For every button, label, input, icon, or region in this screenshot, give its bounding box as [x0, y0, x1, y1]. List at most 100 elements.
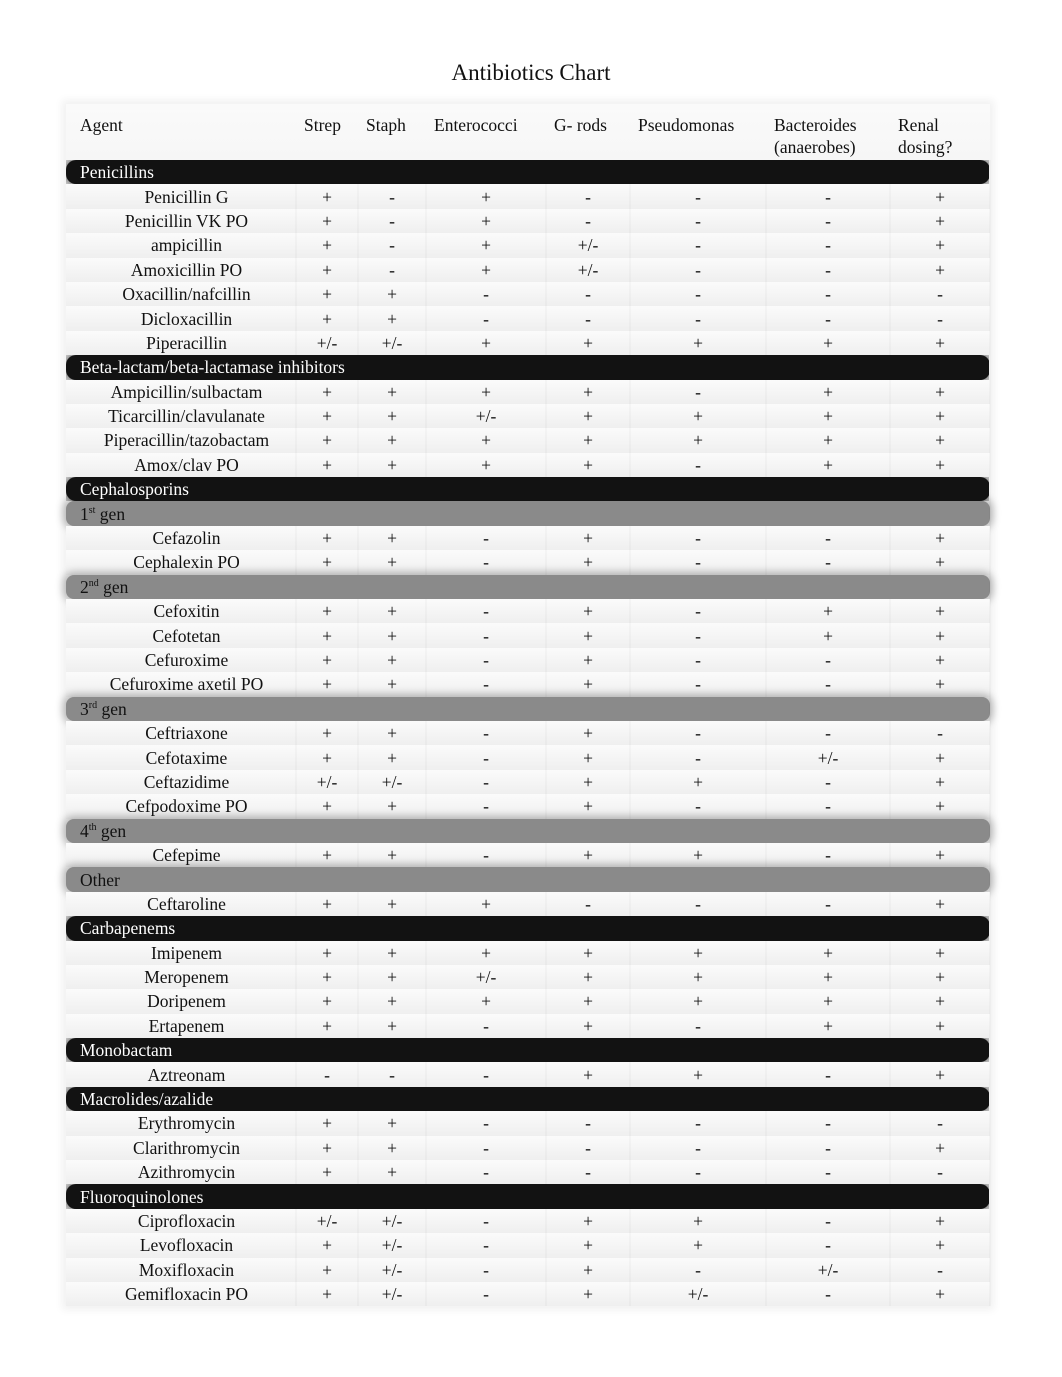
coverage-enterococci: -: [426, 1208, 546, 1234]
coverage-g-rods: +: [546, 403, 630, 429]
drug-name: Amox/clav PO: [66, 452, 296, 478]
coverage-strep: +: [296, 842, 358, 868]
category-row: Macrolides/azalide: [66, 1086, 990, 1112]
coverage-renal-dosing: +: [890, 964, 990, 990]
coverage-g-rods: +: [546, 550, 630, 575]
coverage-pseudomonas: -: [630, 233, 766, 258]
coverage-strep: +: [296, 184, 358, 209]
category-row: Cephalosporins: [66, 477, 990, 502]
coverage-pseudomonas: +: [630, 428, 766, 453]
category-label: Cephalosporins: [66, 477, 990, 502]
drug-row: Clarithromycin + + - - - - +: [66, 1135, 990, 1161]
drug-name: Cefazolin: [66, 525, 296, 551]
coverage-staph: +: [358, 964, 426, 990]
coverage-bacteroides: +: [766, 330, 890, 356]
drug-name: Clarithromycin: [66, 1135, 296, 1161]
coverage-enterococci: +: [426, 940, 546, 965]
drug-name: Cephalexin PO: [66, 550, 296, 575]
coverage-strep: +: [296, 233, 358, 258]
drug-name: Amoxicillin PO: [66, 257, 296, 282]
coverage-renal-dosing: +: [890, 428, 990, 453]
coverage-pseudomonas: -: [630, 1111, 766, 1136]
drug-row: Oxacillin/nafcillin + + - - - - -: [66, 281, 990, 307]
coverage-strep: +: [296, 1257, 358, 1282]
coverage-g-rods: +: [546, 745, 630, 770]
coverage-strep: +: [296, 550, 358, 575]
coverage-bacteroides: -: [766, 208, 890, 234]
coverage-pseudomonas: +: [630, 1062, 766, 1087]
coverage-bacteroides: -: [766, 720, 890, 746]
drug-name: Doripenem: [66, 989, 296, 1014]
drug-name: Aztreonam: [66, 1062, 296, 1087]
coverage-enterococci: +: [426, 257, 546, 282]
coverage-renal-dosing: -: [890, 1160, 990, 1185]
drug-row: Ceftazidime +/- +/- - + + - +: [66, 769, 990, 795]
coverage-bacteroides: -: [766, 794, 890, 819]
coverage-pseudomonas: -: [630, 672, 766, 697]
coverage-bacteroides: -: [766, 1062, 890, 1087]
subcategory-label: 2nd gen: [66, 574, 990, 600]
coverage-enterococci: +: [426, 184, 546, 209]
coverage-strep: +: [296, 1135, 358, 1161]
drug-name: Dicloxacillin: [66, 306, 296, 331]
coverage-bacteroides: +: [766, 989, 890, 1014]
coverage-strep: +: [296, 940, 358, 965]
coverage-enterococci: -: [426, 281, 546, 307]
coverage-pseudomonas: -: [630, 891, 766, 917]
coverage-bacteroides: -: [766, 1208, 890, 1234]
coverage-pseudomonas: -: [630, 208, 766, 234]
coverage-renal-dosing: -: [890, 1257, 990, 1282]
drug-row: Amox/clav PO + + + + - + +: [66, 452, 990, 478]
coverage-pseudomonas: -: [630, 306, 766, 331]
coverage-staph: +: [358, 647, 426, 673]
header-bacteroides: Bacteroides (anaerobes): [766, 104, 890, 160]
coverage-renal-dosing: +: [890, 550, 990, 575]
coverage-bacteroides: +: [766, 1013, 890, 1039]
header-g-rods: G- rods: [546, 104, 630, 160]
coverage-g-rods: +: [546, 330, 630, 356]
coverage-g-rods: +: [546, 964, 630, 990]
coverage-renal-dosing: +: [890, 257, 990, 282]
antibiotics-table: Agent Strep Staph Enterococci G- rods Ps…: [66, 104, 991, 1307]
coverage-bacteroides: +: [766, 452, 890, 478]
drug-row: Ertapenem + + - + - + +: [66, 1013, 990, 1039]
coverage-strep: +/-: [296, 769, 358, 795]
subcategory-row: 2nd gen: [66, 574, 990, 600]
header-renal-line2: dosing?: [898, 137, 953, 157]
coverage-g-rods: +: [546, 647, 630, 673]
coverage-bacteroides: +: [766, 428, 890, 453]
coverage-bacteroides: -: [766, 1281, 890, 1307]
coverage-pseudomonas: +: [630, 940, 766, 965]
header-pseudomonas: Pseudomonas: [630, 104, 766, 160]
coverage-g-rods: -: [546, 1111, 630, 1136]
coverage-bacteroides: -: [766, 257, 890, 282]
coverage-enterococci: -: [426, 525, 546, 551]
header-bacteroides-line2: (anaerobes): [774, 137, 856, 157]
category-row: Penicillins: [66, 160, 990, 185]
coverage-pseudomonas: -: [630, 745, 766, 770]
coverage-pseudomonas: +: [630, 842, 766, 868]
drug-row: Piperacillin +/- +/- + + + + +: [66, 330, 990, 356]
coverage-renal-dosing: +: [890, 1281, 990, 1307]
coverage-pseudomonas: +: [630, 989, 766, 1014]
coverage-renal-dosing: -: [890, 281, 990, 307]
subcategory-row: 1st gen: [66, 501, 990, 526]
coverage-enterococci: -: [426, 647, 546, 673]
coverage-pseudomonas: +: [630, 1208, 766, 1234]
coverage-enterococci: +: [426, 330, 546, 356]
coverage-staph: +: [358, 403, 426, 429]
coverage-pseudomonas: -: [630, 599, 766, 624]
drug-row: Imipenem + + + + + + +: [66, 940, 990, 965]
coverage-staph: +: [358, 672, 426, 697]
coverage-staph: +: [358, 891, 426, 917]
coverage-strep: +: [296, 794, 358, 819]
coverage-bacteroides: -: [766, 672, 890, 697]
coverage-pseudomonas: -: [630, 525, 766, 551]
coverage-g-rods: +: [546, 623, 630, 648]
coverage-renal-dosing: +: [890, 940, 990, 965]
coverage-pseudomonas: -: [630, 1013, 766, 1039]
coverage-bacteroides: -: [766, 891, 890, 917]
drug-row: Cefuroxime + + - + - - +: [66, 647, 990, 673]
coverage-strep: +: [296, 989, 358, 1014]
coverage-enterococci: +/-: [426, 403, 546, 429]
